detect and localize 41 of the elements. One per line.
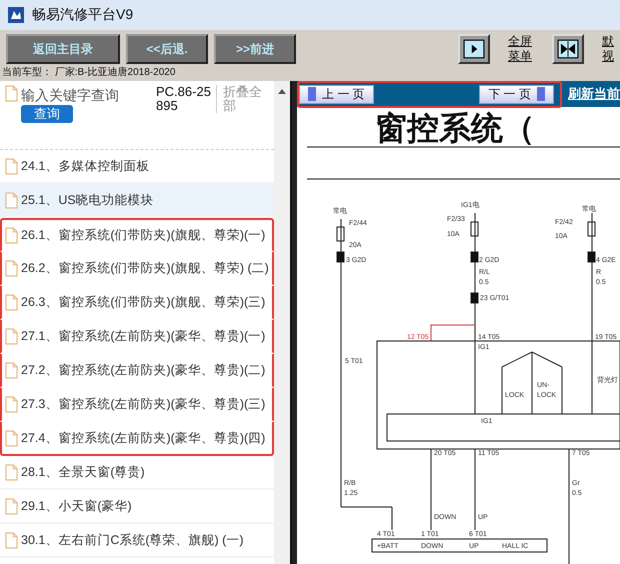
next-page-button[interactable]: 下 一 页 (479, 84, 554, 104)
list-item[interactable]: 26.1、窗控系统(们带防夹)(旗舰、尊荣)(一) (0, 218, 274, 252)
list-item[interactable]: 27.3、窗控系统(左前防夹)(豪华、尊贵)(三) (0, 388, 274, 422)
document-icon (5, 362, 18, 378)
view-link[interactable]: 默 视 (602, 34, 614, 64)
list-item[interactable]: 29.1、小天窗(豪华) (0, 490, 274, 524)
document-icon (5, 464, 18, 480)
document-icon (5, 260, 18, 276)
toolbar-button[interactable]: 返回主目录 (6, 34, 120, 64)
code-label: PC.86-25895 (156, 85, 217, 113)
document-icon (5, 85, 18, 102)
list-item[interactable]: 27.4、窗控系统(左前防夹)(豪华、尊贵)(四) (0, 422, 274, 456)
list-item[interactable]: 30.1、左右前门C系统(尊荣、旗舰) (一) (0, 524, 274, 558)
list-item[interactable]: 27.2、窗控系统(左前防夹)(豪华、尊贵)(二) (0, 354, 274, 388)
toolbar-button[interactable]: <<后退. (126, 34, 208, 64)
document-icon (5, 430, 18, 446)
list-item[interactable]: 26.2、窗控系统(们带防夹)(旗舰、尊荣) (二) (0, 252, 274, 286)
toolbar-button[interactable]: >>前进 (214, 34, 296, 64)
document-icon (5, 498, 18, 514)
document-icon (5, 328, 18, 344)
fullscreen-icon[interactable] (458, 34, 490, 64)
document-icon (5, 396, 18, 412)
default-view-icon[interactable] (552, 34, 584, 64)
list-item[interactable]: 27.1、窗控系统(左前防夹)(豪华、尊贵)(一) (0, 320, 274, 354)
refresh-link[interactable]: 刷新当前 (568, 85, 620, 103)
window-title: 畅易汽修平台V9 (32, 6, 134, 24)
document-icon (5, 158, 18, 174)
document-icon (5, 532, 18, 548)
document-icon (5, 294, 18, 310)
list-item[interactable]: 26.3、窗控系统(们带防夹)(旗舰、尊荣)(三) (0, 286, 274, 320)
search-button[interactable]: 查询 (21, 105, 73, 123)
app-logo-icon (8, 7, 24, 23)
diagram-title: 窗控系统（ (375, 110, 535, 146)
document-icon (5, 192, 18, 208)
document-icon (5, 226, 18, 244)
view-link[interactable]: 全屏 菜单 (508, 34, 532, 64)
scrollbar[interactable] (274, 81, 290, 564)
vehicle-info: 当前车型： 厂家:B-比亚迪唐2018-2020 (1, 66, 176, 79)
list-item[interactable]: 28.1、全景天窗(尊贵) (0, 456, 274, 490)
list-item[interactable]: 25.1、US晓电功能模块 (0, 184, 274, 218)
previous-page-button[interactable]: 上 一 页 (299, 84, 374, 104)
